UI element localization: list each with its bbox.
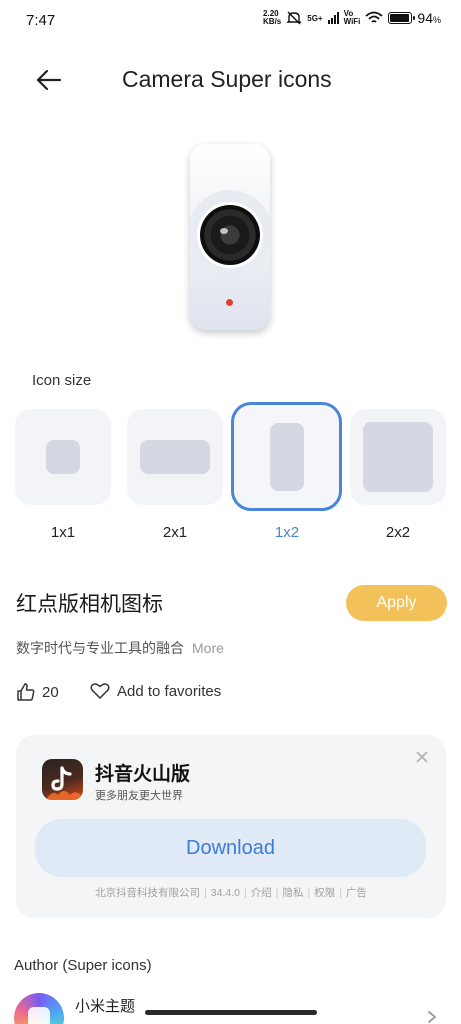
download-button[interactable]: Download: [35, 819, 426, 877]
home-indicator[interactable]: [145, 1010, 317, 1015]
apply-button[interactable]: Apply: [346, 585, 447, 621]
network-type: 5G+: [307, 13, 323, 23]
footer-separator: |: [204, 887, 207, 899]
footer-separator: |: [244, 887, 247, 899]
vowifi-icon: Vo WiFi: [344, 10, 361, 26]
camera-lens-icon: [200, 205, 260, 265]
back-button[interactable]: [30, 64, 66, 96]
ad-app-name: 抖音火山版: [95, 764, 191, 785]
signal-icon: [327, 12, 339, 24]
vowifi-bottom: WiFi: [343, 17, 361, 26]
status-bar: 7:47 2.20 KB/s 5G+ Vo WiFi 94%: [0, 0, 461, 40]
status-icons: 2.20 KB/s 5G+ Vo WiFi 94%: [263, 10, 441, 27]
battery-icon: [388, 12, 416, 24]
footer-separator: |: [275, 887, 279, 899]
ad-tagline: 更多朋友更大世界: [95, 790, 183, 802]
size-label-2x2: 2x2: [385, 524, 411, 541]
icon-size-label: Icon size: [32, 372, 92, 389]
network-speed-unit: KB/s: [263, 17, 282, 26]
ad-tag: 广告: [345, 887, 367, 899]
size-2x1-shape: [140, 440, 210, 474]
size-2x2-shape: [363, 422, 433, 492]
wifi-icon: [365, 11, 383, 23]
size-label-1x2: 1x2: [274, 524, 300, 541]
favorites-label: Add to favorites: [117, 682, 222, 700]
footer-separator: |: [339, 887, 342, 899]
footer-separator: |: [307, 887, 311, 899]
chevron-right-icon[interactable]: [426, 1010, 438, 1024]
lens-glint: [220, 228, 228, 234]
author-avatar[interactable]: [14, 993, 64, 1024]
battery-fill: [390, 14, 410, 22]
like-button[interactable]: 20: [16, 682, 59, 702]
author-section-label: Author (Super icons): [14, 957, 152, 974]
size-option-1x1[interactable]: [15, 409, 111, 505]
size-label-2x1: 2x1: [162, 524, 188, 541]
theme-title: 红点版相机图标: [16, 593, 163, 616]
author-name[interactable]: 小米主题: [75, 995, 135, 1016]
status-time: 7:47: [26, 12, 56, 29]
close-icon: [416, 751, 428, 763]
size-1x2-shape: [270, 423, 304, 491]
ad-intro-link[interactable]: 介绍: [251, 887, 272, 899]
description-text: 数字时代与专业工具的融合: [16, 640, 184, 656]
size-option-1x2[interactable]: [231, 402, 342, 511]
size-1x1-shape: [46, 440, 80, 474]
app-icon[interactable]: [42, 759, 83, 800]
more-link[interactable]: More: [192, 640, 224, 656]
ad-company: 北京抖音科技有限公司: [95, 887, 201, 899]
ad-privacy-link[interactable]: 隐私: [282, 887, 303, 899]
ad-close-button[interactable]: [412, 747, 432, 767]
arrow-left-icon: [36, 69, 62, 91]
size-label-1x1: 1x1: [50, 524, 76, 541]
battery-percent: 94%: [417, 10, 441, 26]
battery-percent-symbol: %: [432, 15, 441, 25]
size-option-2x1[interactable]: [127, 409, 223, 505]
ad-version: 34.4.0: [210, 887, 240, 899]
tiktok-note-icon: [46, 766, 83, 800]
ad-card: 抖音火山版 更多朋友更大世界 Download 北京抖音科技有限公司 | 34.4.…: [16, 735, 446, 918]
header: Camera Super icons: [0, 56, 461, 104]
theme-description: 数字时代与专业工具的融合 More: [16, 638, 224, 658]
red-dot-icon: [226, 299, 233, 306]
ad-permissions-link[interactable]: 权限: [314, 887, 335, 899]
thumbs-up-icon: [17, 683, 35, 701]
heart-icon: [90, 683, 110, 699]
battery-percent-value: 94: [417, 10, 433, 26]
mute-icon: [286, 11, 302, 25]
likes-count: 20: [42, 683, 59, 701]
ad-footer: 北京抖音科技有限公司 | 34.4.0 | 介绍 | 隐私 | 权限 | 广告: [16, 885, 446, 900]
icon-preview: [190, 144, 270, 330]
network-speed: 2.20 KB/s: [263, 10, 281, 26]
size-option-2x2[interactable]: [350, 409, 446, 505]
page-title: Camera Super icons: [122, 66, 332, 92]
add-to-favorites-button[interactable]: Add to favorites: [90, 682, 221, 700]
